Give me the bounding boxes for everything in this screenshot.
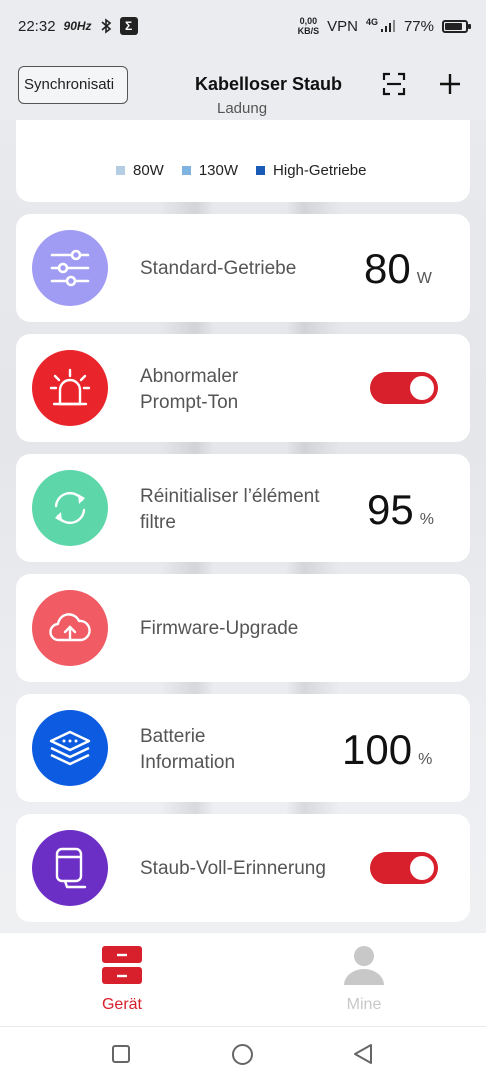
refresh-icon bbox=[32, 470, 108, 546]
layers-icon bbox=[32, 710, 108, 786]
synchronize-button[interactable]: Synchronisati bbox=[18, 66, 128, 104]
recents-icon[interactable] bbox=[111, 1044, 131, 1064]
dust-reminder-toggle[interactable] bbox=[370, 852, 438, 884]
card-label: Firmware-Upgrade bbox=[140, 618, 299, 639]
tab-device[interactable]: Gerät bbox=[62, 945, 182, 1014]
legend-swatch bbox=[181, 166, 191, 175]
device-icon bbox=[102, 946, 142, 984]
filter-value: 95% bbox=[367, 486, 434, 533]
card-filter-reset[interactable]: Réinitialiser l’élément filtre 95% bbox=[16, 454, 470, 562]
card-standard-gear[interactable]: Standard-Getriebe 80 W bbox=[16, 214, 470, 322]
legend-swatch bbox=[256, 166, 266, 175]
system-nav-bar bbox=[0, 1026, 486, 1080]
status-bar: 22:32 90Hz Σ 0,00 KB/S VPN 4G 77% bbox=[0, 0, 486, 52]
home-icon[interactable] bbox=[231, 1043, 254, 1066]
status-time: 22:32 bbox=[18, 17, 56, 35]
card-label: Réinitialiser l’élément filtre bbox=[140, 486, 320, 533]
battery-percent: 77% bbox=[403, 17, 434, 35]
chart-legend-card: 80W 130W High-Getriebe bbox=[16, 120, 470, 202]
card-label: Standard-Getriebe bbox=[140, 258, 297, 279]
legend-item-130w: 130W bbox=[181, 162, 238, 179]
refresh-rate: 90Hz bbox=[63, 19, 92, 33]
battery-value: 100% bbox=[342, 726, 433, 773]
signal-icon bbox=[380, 20, 395, 32]
bluetooth-icon bbox=[101, 18, 111, 34]
chart-legend: 80W 130W High-Getriebe bbox=[116, 162, 366, 179]
sigma-app-icon: Σ bbox=[119, 17, 138, 35]
card-label: Batterie Information bbox=[140, 726, 236, 773]
tab-label: Mine bbox=[346, 996, 382, 1013]
sliders-icon bbox=[32, 230, 108, 306]
card-label: Staub-Voll-Erinnerung bbox=[140, 858, 326, 879]
alarm-icon bbox=[32, 350, 108, 426]
card-battery-info[interactable]: Batterie Information 100% bbox=[16, 694, 470, 802]
cloud-upload-icon bbox=[32, 590, 108, 666]
legend-item-high: High-Getriebe bbox=[256, 162, 366, 179]
person-icon bbox=[344, 946, 384, 985]
network-speed: 0,00 KB/S bbox=[297, 16, 320, 36]
dustbin-icon bbox=[32, 830, 108, 906]
vpn-indicator: VPN bbox=[327, 17, 358, 35]
settings-list[interactable]: 80W 130W High-Getriebe Standard-Getriebe… bbox=[0, 120, 486, 932]
add-icon[interactable] bbox=[437, 71, 463, 97]
scan-icon[interactable] bbox=[382, 72, 406, 96]
card-dust-full-reminder[interactable]: Staub-Voll-Erinnerung bbox=[16, 814, 470, 922]
prompt-tone-toggle[interactable] bbox=[370, 372, 438, 404]
bottom-tab-bar: Gerät Mine bbox=[0, 932, 486, 1026]
tab-mine[interactable]: Mine bbox=[304, 945, 424, 1014]
card-abnormal-prompt[interactable]: Abnormaler Prompt-Ton bbox=[16, 334, 470, 442]
power-value: 80 W bbox=[364, 245, 432, 292]
card-label: Abnormaler Prompt-Ton bbox=[140, 366, 239, 413]
legend-swatch bbox=[116, 166, 125, 175]
card-firmware-upgrade[interactable]: Firmware-Upgrade bbox=[16, 574, 470, 682]
legend-item-80w: 80W bbox=[116, 162, 164, 179]
tab-label: Gerät bbox=[101, 996, 142, 1013]
network-type: 4G bbox=[365, 17, 378, 27]
page-title: Kabelloser Staub bbox=[195, 74, 343, 94]
app-header: Synchronisati Kabelloser Staub Ladung bbox=[0, 52, 486, 120]
battery-icon bbox=[442, 19, 471, 33]
back-icon[interactable] bbox=[352, 1043, 374, 1065]
page-subtitle: Ladung bbox=[217, 100, 268, 117]
